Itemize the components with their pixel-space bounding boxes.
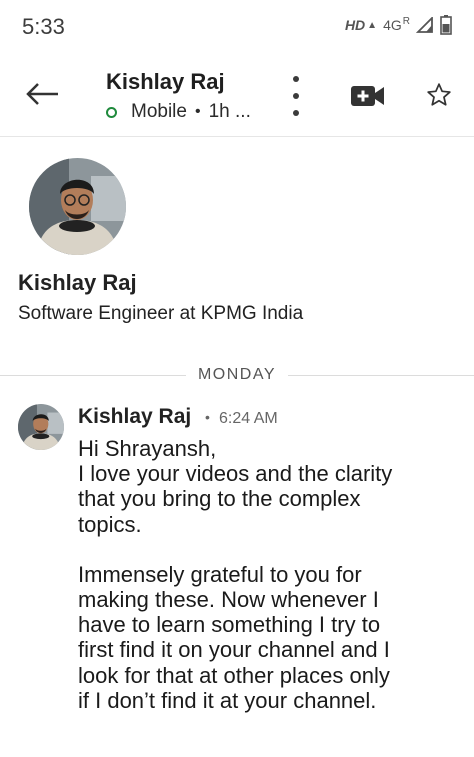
message-time: 6:24 AM — [219, 410, 278, 427]
star-icon — [427, 83, 451, 106]
person-photo-icon — [18, 404, 64, 450]
roaming-label: R — [402, 15, 410, 27]
more-options-button[interactable] — [286, 76, 306, 116]
message-body: Hi Shrayansh, I love your videos and the… — [78, 436, 458, 713]
message-line: first find it on your channel and I — [78, 637, 390, 663]
signal-icon — [416, 17, 433, 33]
message-line: that you bring to the complex — [78, 486, 361, 512]
last-active: 1h ... — [208, 101, 251, 122]
battery-icon — [440, 15, 452, 35]
sender-avatar[interactable] — [18, 404, 64, 450]
video-call-button[interactable] — [350, 82, 386, 110]
conversation-header — [0, 57, 474, 137]
message-line: making these. Now whenever I — [78, 587, 379, 613]
presence-status: Mobile — [131, 101, 187, 122]
separator-dot: • — [194, 103, 201, 120]
profile-avatar[interactable] — [29, 158, 126, 255]
message-line: topics. — [78, 511, 142, 537]
message-line: have to learn something I try to — [78, 612, 381, 638]
profile-headline: Software Engineer at KPMG India — [18, 303, 304, 324]
person-photo-icon — [29, 158, 126, 255]
star-button[interactable] — [426, 82, 452, 108]
message-line: I love your videos and the clarity — [78, 461, 393, 487]
status-icons: HD ▲ 4G R — [345, 15, 452, 35]
more-vertical-icon — [293, 76, 299, 82]
arrow-left-icon — [26, 83, 58, 105]
back-button[interactable] — [22, 74, 62, 114]
online-status-icon — [106, 106, 117, 118]
day-divider-left — [0, 375, 186, 376]
header-divider — [0, 136, 474, 137]
profile-name[interactable]: Kishlay Raj — [18, 270, 137, 296]
message-line: Immensely grateful to you for — [78, 561, 362, 587]
presence-row: Mobile • 1h ... — [106, 101, 251, 123]
lte-label: 4G — [383, 17, 402, 33]
data-arrows-icon: ▲ — [367, 19, 378, 31]
message-line: Hi Shrayansh, — [78, 436, 217, 461]
message-line: if I don’t find it at your channel. — [78, 687, 377, 713]
network-label: HD — [344, 17, 366, 33]
message-sender[interactable]: Kishlay Raj — [78, 405, 191, 429]
video-plus-icon — [351, 86, 384, 106]
message-line: look for that at other places only — [78, 662, 390, 688]
contact-name[interactable]: Kishlay Raj — [106, 69, 225, 95]
status-time: 5:33 — [22, 14, 65, 39]
separator-dot: • — [205, 409, 210, 425]
day-separator-label: MONDAY — [197, 366, 277, 383]
day-divider-right — [288, 375, 474, 376]
